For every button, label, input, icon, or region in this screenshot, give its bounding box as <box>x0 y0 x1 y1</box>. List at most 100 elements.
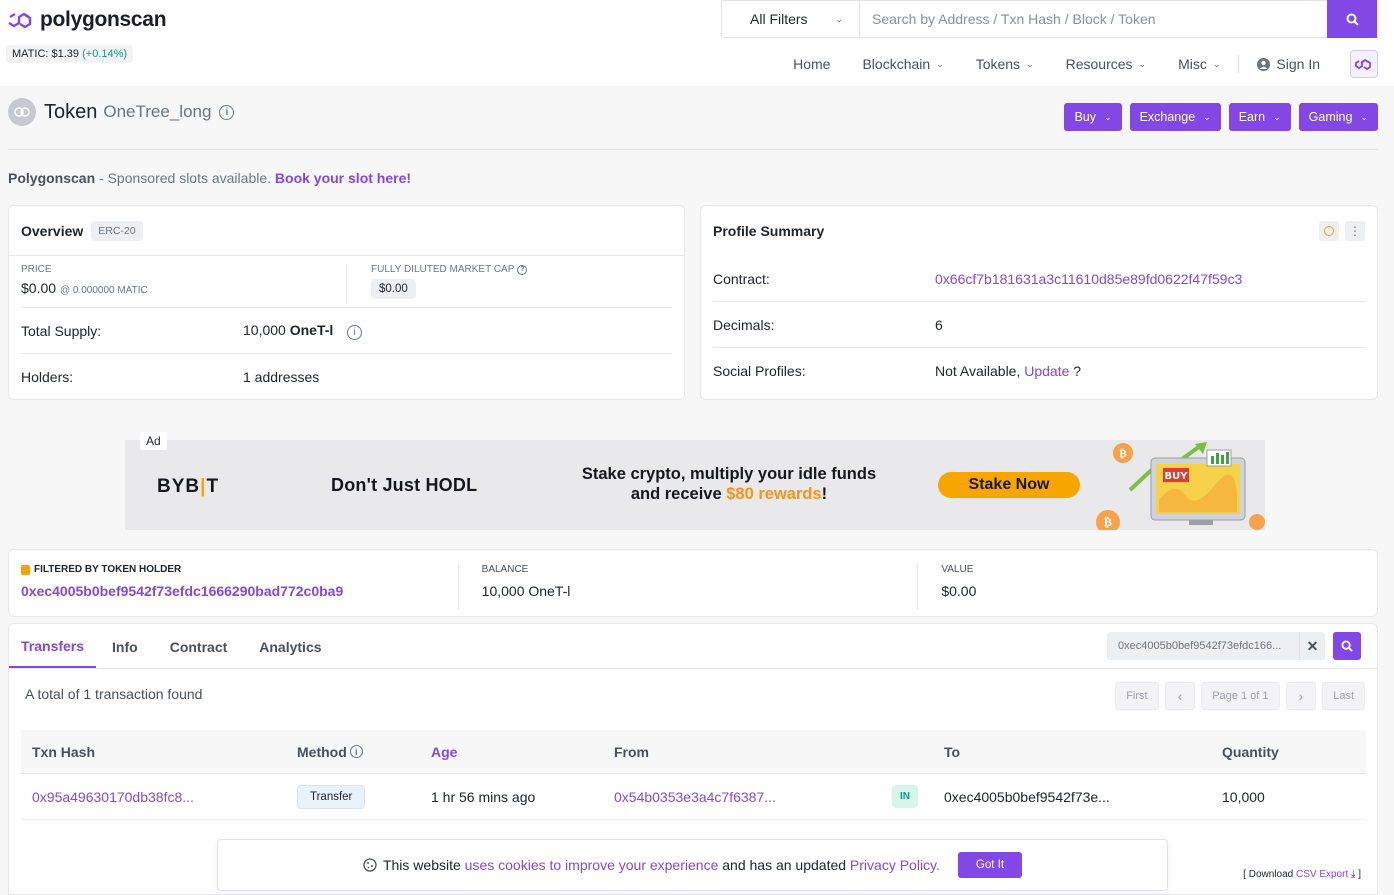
action-buttons: Buy ⌄ Exchange ⌄ Earn ⌄ Gaming ⌄ <box>1064 103 1378 131</box>
contract-address-link[interactable]: 0x66cf7b181631a3c11610d85e89fd0622f47f59… <box>935 271 1242 287</box>
buy-button-label: Buy <box>1074 110 1097 124</box>
decimals-row: Decimals: 6 <box>713 302 1365 348</box>
filter-select[interactable]: All Filters ⌄ <box>722 1 860 37</box>
network-switch-button[interactable] <box>1350 50 1378 78</box>
nav-sign-in[interactable]: Sign In <box>1241 56 1336 72</box>
chevron-down-icon: ⌄ <box>936 58 944 69</box>
info-icon[interactable]: i <box>349 745 363 758</box>
search-icon <box>1346 13 1359 26</box>
matic-change: (+0.14%) <box>82 48 128 60</box>
chevron-down-icon: ⌄ <box>1360 111 1368 122</box>
next-page-button[interactable]: › <box>1285 682 1317 710</box>
privacy-policy-link[interactable]: Privacy Policy. <box>850 857 940 873</box>
polygon-logo-icon <box>8 12 32 29</box>
table-row: 0x95a49630170db38fc8... Transfer 1 hr 56… <box>21 774 1366 820</box>
balance-label: BALANCE <box>481 564 529 575</box>
ad-brand-right: T <box>206 476 220 497</box>
holder-search: 0xec4005b0bef9542f73efdc166... ✕ <box>1107 632 1361 660</box>
nav-blockchain[interactable]: Blockchain ⌄ <box>846 56 959 72</box>
svg-text:₿: ₿ <box>1104 515 1112 529</box>
tab-analytics[interactable]: Analytics <box>243 639 337 668</box>
sponsor-brand: Polygonscan <box>8 170 96 186</box>
info-icon[interactable]: i <box>347 324 363 340</box>
from-address-link[interactable]: 0x54b0353e3a4c7f6387... <box>614 789 776 805</box>
chevron-down-icon: ⌄ <box>1138 58 1147 69</box>
token-avatar <box>8 98 36 126</box>
search-input[interactable] <box>860 1 1327 37</box>
cookie-policy-link[interactable]: uses cookies to improve your experience <box>465 857 719 873</box>
search-bar: All Filters ⌄ <box>721 0 1378 38</box>
price-matic: @ 0.000000 MATIC <box>59 285 148 296</box>
chevron-down-icon: ⌄ <box>1026 58 1034 69</box>
col-age[interactable]: Age <box>431 744 614 760</box>
tab-transfers[interactable]: Transfers <box>9 638 97 668</box>
nav-misc[interactable]: Misc ⌄ <box>1162 56 1236 72</box>
total-transactions: A total of 1 transaction found <box>25 686 203 702</box>
last-page-button[interactable]: Last <box>1322 682 1365 710</box>
close-icon[interactable]: ✕ <box>1299 632 1325 660</box>
nav-sign-in-label: Sign In <box>1276 56 1320 72</box>
chevron-down-icon: ⌄ <box>1104 111 1112 122</box>
filter-holder-address[interactable]: 0xec4005b0bef9542f73efdc1666290bad772c0b… <box>21 583 458 599</box>
social-profiles-label: Social Profiles: <box>713 363 806 379</box>
info-icon[interactable]: i <box>219 104 235 120</box>
ad-headline: Don't Just HODL <box>331 475 478 495</box>
txn-hash-link[interactable]: 0x95a49630170db38fc8... <box>32 789 194 805</box>
holder-search-button[interactable] <box>1333 632 1361 660</box>
csv-export-link[interactable]: CSV Export <box>1296 869 1348 880</box>
nav-tokens[interactable]: Tokens ⌄ <box>960 56 1050 72</box>
holder-search-input[interactable]: 0xec4005b0bef9542f73efdc166... ✕ <box>1107 632 1325 660</box>
book-slot-link[interactable]: Book your slot here! <box>275 170 411 186</box>
gaming-button[interactable]: Gaming ⌄ <box>1298 103 1378 131</box>
price-section: PRICE $0.00 @ 0.000000 MATIC <box>21 264 346 296</box>
ad-stake-now-button[interactable]: Stake Now <box>938 472 1080 498</box>
ad-stake-line2-pre: and receive <box>630 485 727 503</box>
exchange-button-label: Exchange <box>1139 110 1196 124</box>
sponsor-banner: Polygonscan - Sponsored slots available.… <box>8 170 411 186</box>
total-supply-value: 10,000 <box>243 321 286 338</box>
col-quantity: Quantity <box>1222 743 1279 760</box>
balance-value: 10,000 OneT-l <box>481 583 571 599</box>
nav-resources-label: Resources <box>1065 56 1133 72</box>
to-address: 0xec4005b0bef9542f73e... <box>944 788 1110 805</box>
cookie-accept-button[interactable]: Got It <box>957 852 1023 878</box>
earn-button[interactable]: Earn ⌄ <box>1228 103 1291 131</box>
value-value: $0.00 <box>941 583 977 599</box>
csv-prefix: [ Download <box>1243 869 1296 880</box>
sponsor-text: - Sponsored slots available. <box>95 170 275 186</box>
prev-page-button[interactable]: ‹ <box>1164 682 1196 710</box>
page-indicator: Page 1 of 1 <box>1201 682 1280 710</box>
polygon-icon <box>1355 58 1371 71</box>
filter-select-label: All Filters <box>750 11 808 27</box>
buy-button[interactable]: Buy ⌄ <box>1064 103 1122 131</box>
nav-home[interactable]: Home <box>777 56 846 72</box>
search-button[interactable] <box>1327 0 1377 38</box>
col-method: Method i <box>297 744 431 760</box>
exchange-button[interactable]: Exchange ⌄ <box>1129 103 1221 131</box>
overview-header: Overview ERC-20 <box>9 206 684 256</box>
site-logo[interactable]: polygonscan <box>8 8 167 32</box>
status-icon[interactable] <box>1319 221 1339 241</box>
ad-stake-line1: Stake crypto, multiply your idle funds <box>581 465 877 483</box>
tab-contract[interactable]: Contract <box>154 639 244 668</box>
update-link[interactable]: Update <box>1024 363 1069 379</box>
question-icon[interactable]: ? <box>517 264 528 275</box>
first-page-button[interactable]: First <box>1115 682 1159 710</box>
market-cap-section: FULLY DILUTED MARKET CAP? $0.00 <box>346 264 671 304</box>
page-title-row: Token OneTree_long i <box>8 98 235 126</box>
earn-button-label: Earn <box>1238 110 1266 124</box>
filter-balance: BALANCE 10,000 OneT-l <box>457 564 918 610</box>
more-options-icon[interactable]: ⋮ <box>1345 221 1365 241</box>
market-cap-label: FULLY DILUTED MARKET CAP <box>371 264 515 275</box>
matic-price-badge[interactable]: MATIC: $1.39 (+0.14%) <box>6 45 134 63</box>
filter-holder: FILTERED BY TOKEN HOLDER 0xec4005b0bef95… <box>9 564 458 616</box>
token-name: OneTree_long <box>103 102 212 121</box>
ad-banner[interactable]: BYB|T Don't Just HODL Stake crypto, mult… <box>125 440 1265 530</box>
nav-resources[interactable]: Resources ⌄ <box>1050 56 1162 72</box>
logo-text: polygonscan <box>40 8 167 31</box>
wallet-icon <box>21 564 30 575</box>
nav-misc-label: Misc <box>1178 56 1207 72</box>
holder-search-value: 0xec4005b0bef9542f73efdc166... <box>1118 640 1282 652</box>
overview-card: Overview ERC-20 PRICE $0.00 @ 0.000000 M… <box>8 205 685 400</box>
tab-info[interactable]: Info <box>96 639 154 668</box>
